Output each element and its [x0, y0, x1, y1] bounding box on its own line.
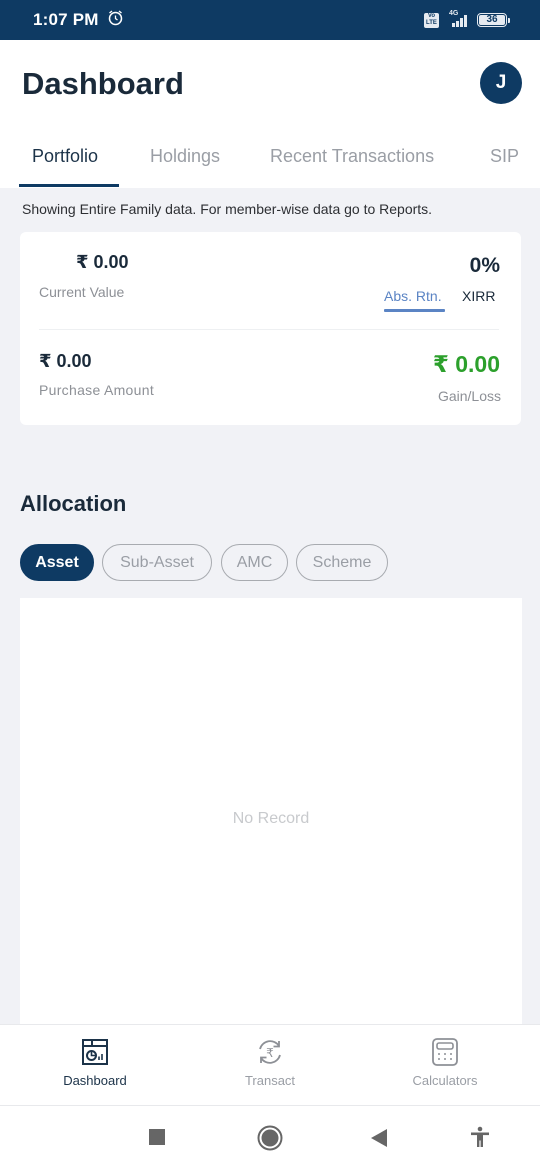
family-data-notice: Showing Entire Family data. For member-w… [22, 201, 433, 217]
bottom-navigation: Dashboard ₹ Transact Calculators [0, 1024, 540, 1106]
portfolio-summary-card: ₹ 0.00 Current Value 0% Abs. Rtn. XIRR ₹… [20, 232, 521, 425]
home-icon[interactable] [257, 1125, 283, 1156]
current-value-label: Current Value [39, 284, 125, 300]
nav-calculators-label: Calculators [412, 1073, 478, 1088]
active-tab-indicator [19, 184, 119, 187]
chip-asset[interactable]: Asset [20, 544, 94, 581]
page-title: Dashboard [22, 66, 184, 101]
battery-icon: 36 [477, 13, 510, 27]
avatar[interactable]: J [480, 62, 522, 104]
tab-portfolio[interactable]: Portfolio [32, 146, 98, 167]
tab-sip[interactable]: SIP [490, 146, 519, 167]
svg-text:₹: ₹ [266, 1046, 274, 1060]
nav-dashboard-label: Dashboard [63, 1073, 127, 1088]
signal-icon: 4G [447, 10, 469, 28]
nav-transact-label: Transact [244, 1073, 296, 1088]
xirr-tab[interactable]: XIRR [462, 288, 495, 304]
chip-scheme[interactable]: Scheme [296, 544, 388, 581]
dashboard-icon [80, 1037, 110, 1067]
battery-level: 36 [479, 15, 505, 25]
accessibility-icon[interactable] [470, 1126, 490, 1153]
empty-state-text: No Record [232, 810, 310, 827]
purchase-amount-label: Purchase Amount [39, 382, 155, 398]
status-bar: 1:07 PM Vo LTE 4G 36 [0, 0, 540, 40]
alarm-clock-icon [107, 9, 124, 31]
purchase-amount: ₹ 0.00 [39, 351, 92, 371]
chip-sub-asset[interactable]: Sub-Asset [102, 544, 212, 581]
tab-holdings[interactable]: Holdings [150, 146, 220, 167]
chip-amc[interactable]: AMC [221, 544, 288, 581]
allocation-title: Allocation [20, 491, 127, 516]
rupee-exchange-icon: ₹ [255, 1037, 285, 1067]
allocation-chart-panel: No Record [20, 598, 522, 1028]
return-value: 0% [469, 254, 500, 277]
back-icon[interactable] [371, 1128, 389, 1153]
system-navigation-bar [0, 1106, 540, 1170]
gain-loss-value: ₹ 0.00 [432, 351, 500, 377]
current-value: ₹ 0.00 [76, 252, 129, 272]
recents-icon[interactable] [149, 1129, 166, 1151]
status-time: 1:07 PM [33, 10, 99, 29]
abs-return-tab-indicator [384, 309, 445, 312]
tab-bar: Portfolio Holdings Recent Transactions S… [0, 132, 540, 188]
abs-return-tab[interactable]: Abs. Rtn. [384, 288, 442, 304]
nav-transact[interactable]: ₹ Transact [220, 1025, 320, 1107]
tab-recent-transactions[interactable]: Recent Transactions [270, 146, 434, 167]
volte-icon: Vo LTE [424, 12, 439, 28]
calculator-icon [430, 1037, 460, 1067]
network-type: 4G [449, 10, 459, 17]
nav-dashboard[interactable]: Dashboard [45, 1025, 145, 1107]
card-divider [39, 329, 499, 330]
gain-loss-label: Gain/Loss [437, 388, 501, 404]
app-header: Dashboard J Portfolio Holdings Recent Tr… [0, 40, 540, 188]
nav-calculators[interactable]: Calculators [395, 1025, 495, 1107]
